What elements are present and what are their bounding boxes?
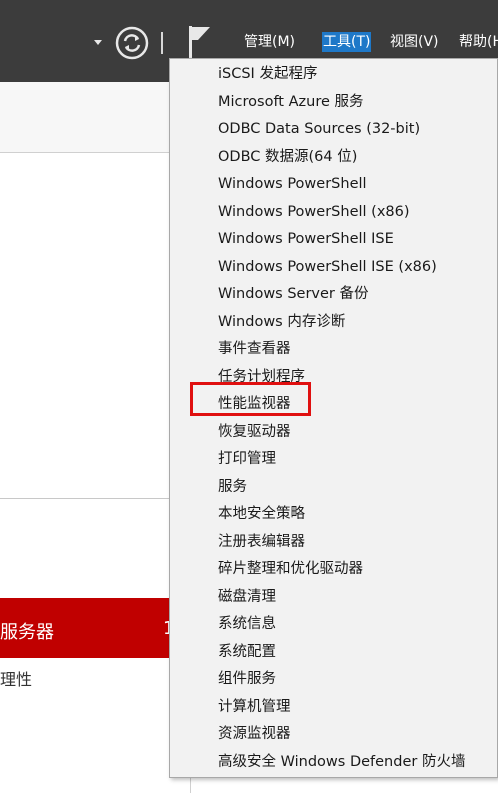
menu-item-powershell-x86[interactable]: Windows PowerShell (x86) [218, 202, 410, 222]
manageability-label: 理性 [0, 670, 33, 689]
servers-tile-label: 服务器 [0, 622, 54, 643]
menu-item-memory-diagnostic[interactable]: Windows 内存诊断 [218, 312, 345, 332]
menu-item-odbc-64[interactable]: ODBC 数据源(64 位) [218, 147, 357, 167]
menu-item-services[interactable]: 服务 [218, 477, 247, 497]
chevron-down-icon[interactable] [94, 40, 102, 45]
menu-item-system-information[interactable]: 系统信息 [218, 614, 276, 634]
menu-item-registry-editor[interactable]: 注册表编辑器 [218, 532, 305, 552]
flag-icon[interactable] [186, 24, 212, 60]
background-divider [0, 498, 170, 499]
menu-tools[interactable]: 工具(T) [322, 32, 372, 52]
menu-help[interactable]: 帮助(H [459, 32, 498, 52]
menu-item-resource-monitor[interactable]: 资源监视器 [218, 724, 291, 744]
menu-item-computer-management[interactable]: 计算机管理 [218, 697, 291, 717]
menu-item-component-services[interactable]: 组件服务 [218, 669, 276, 689]
menu-item-server-backup[interactable]: Windows Server 备份 [218, 284, 369, 304]
menu-item-odbc-32[interactable]: ODBC Data Sources (32-bit) [218, 119, 420, 139]
menu-item-defender-firewall[interactable]: 高级安全 Windows Defender 防火墙 [218, 752, 465, 772]
menu-view[interactable]: 视图(V) [390, 32, 439, 52]
toolbar-separator [161, 32, 163, 54]
menu-item-defragment[interactable]: 碎片整理和优化驱动器 [218, 559, 363, 579]
menu-item-print-management[interactable]: 打印管理 [218, 449, 276, 469]
menu-item-iscsi-initiator[interactable]: iSCSI 发起程序 [218, 64, 317, 84]
menu-item-recovery-drive[interactable]: 恢复驱动器 [218, 422, 291, 442]
menu-item-system-configuration[interactable]: 系统配置 [218, 642, 276, 662]
menu-item-disk-cleanup[interactable]: 磁盘清理 [218, 587, 276, 607]
menu-item-powershell[interactable]: Windows PowerShell [218, 174, 367, 194]
menu-item-event-viewer[interactable]: 事件查看器 [218, 339, 291, 359]
background-panel-header [0, 82, 170, 153]
menu-manage[interactable]: 管理(M) [244, 32, 295, 52]
menu-item-azure-services[interactable]: Microsoft Azure 服务 [218, 92, 364, 112]
refresh-icon[interactable] [115, 26, 149, 60]
highlight-annotation-box [190, 382, 311, 416]
menu-item-powershell-ise[interactable]: Windows PowerShell ISE [218, 229, 394, 249]
menu-item-local-security-policy[interactable]: 本地安全策略 [218, 504, 305, 524]
menu-item-powershell-ise-x86[interactable]: Windows PowerShell ISE (x86) [218, 257, 437, 277]
